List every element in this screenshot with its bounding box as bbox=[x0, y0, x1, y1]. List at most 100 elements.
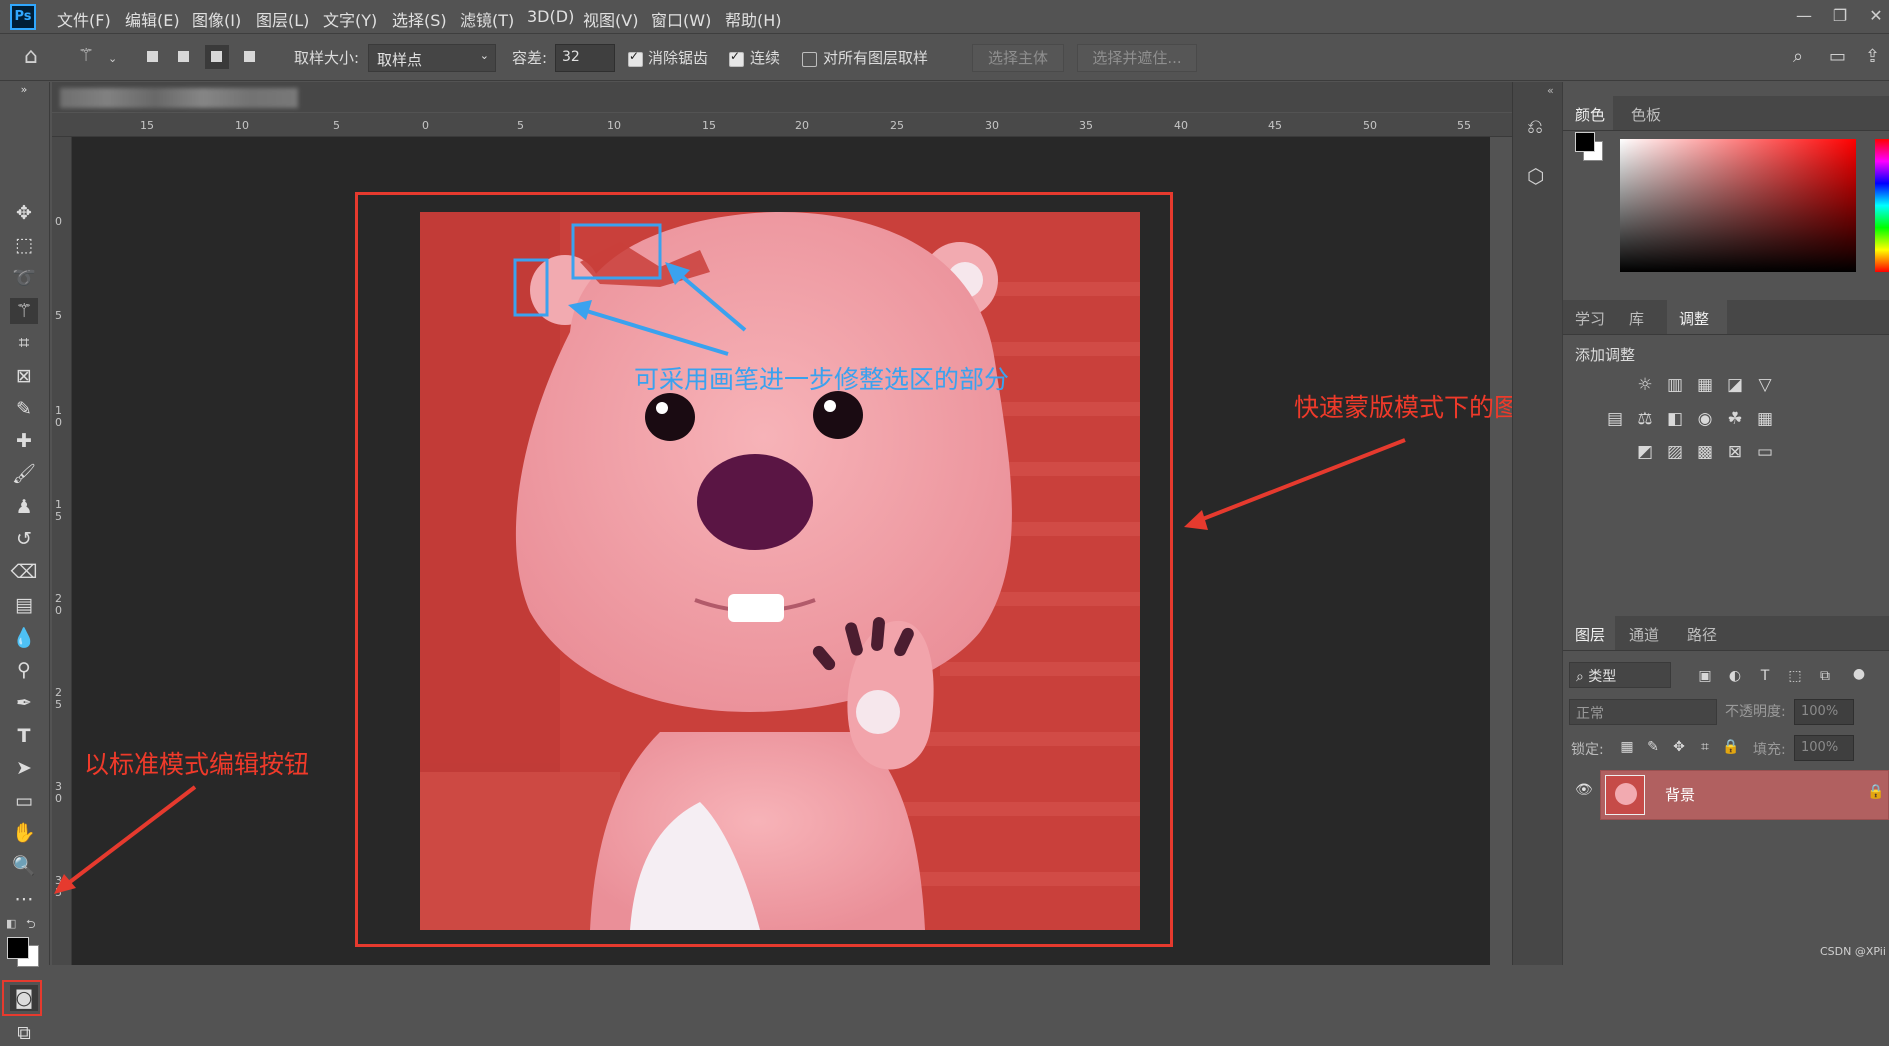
history-panel-icon[interactable]: ⎌ bbox=[1527, 114, 1543, 138]
swap-colors-icon[interactable]: ⮌ bbox=[26, 915, 36, 936]
menu-image[interactable]: 图像(I) bbox=[192, 7, 241, 31]
dodge-tool-icon[interactable]: ⚲ bbox=[10, 657, 38, 683]
close-button[interactable]: ✕ bbox=[1865, 5, 1887, 27]
collapse-icon[interactable]: » bbox=[10, 84, 38, 96]
threshold-icon[interactable]: ▩ bbox=[1695, 442, 1715, 462]
antialias-checkbox[interactable] bbox=[628, 49, 643, 67]
lock-image-icon[interactable]: ✎ bbox=[1643, 737, 1663, 757]
selective-color-icon[interactable]: ⊠ bbox=[1725, 442, 1745, 462]
lasso-tool-icon[interactable]: ➰ bbox=[10, 265, 38, 291]
menu-select[interactable]: 选择(S) bbox=[392, 7, 447, 31]
document-tab-title-blurred[interactable] bbox=[60, 88, 298, 108]
gradient-tool-icon[interactable]: ▤ bbox=[10, 592, 38, 618]
adjustment-filter-icon[interactable]: ◐ bbox=[1725, 666, 1745, 686]
minimize-button[interactable]: — bbox=[1793, 5, 1815, 27]
tab-channels[interactable]: 通道 bbox=[1629, 624, 1659, 645]
type-filter-icon[interactable]: T bbox=[1755, 666, 1775, 686]
gradient-map-icon[interactable]: ▭ bbox=[1755, 442, 1775, 462]
tolerance-input[interactable]: 32 bbox=[555, 44, 615, 72]
curves-icon[interactable]: ▦ bbox=[1695, 375, 1715, 395]
vibrance-icon[interactable]: ▽ bbox=[1755, 375, 1775, 395]
eraser-tool-icon[interactable]: ⌫ bbox=[10, 559, 38, 585]
tab-adjustments[interactable]: 调整 bbox=[1679, 308, 1709, 329]
menu-edit[interactable]: 编辑(E) bbox=[125, 7, 180, 31]
path-select-icon[interactable]: ➤ bbox=[10, 755, 38, 781]
new-selection-icon[interactable] bbox=[141, 45, 165, 69]
add-selection-icon[interactable] bbox=[172, 45, 196, 69]
layer-filter-select[interactable]: ⌕ 类型 bbox=[1569, 662, 1671, 688]
filter-toggle-icon[interactable]: ● bbox=[1849, 664, 1869, 684]
home-icon[interactable]: ⌂ bbox=[24, 46, 38, 68]
smart-object-filter-icon[interactable]: ⧉ bbox=[1815, 666, 1835, 686]
levels-icon[interactable]: ▥ bbox=[1665, 375, 1685, 395]
hue-saturation-icon[interactable]: ▤ bbox=[1605, 409, 1625, 429]
chevron-down-icon[interactable]: ⌄ bbox=[108, 50, 117, 68]
rectangle-tool-icon[interactable]: ▭ bbox=[10, 788, 38, 814]
tab-paths[interactable]: 路径 bbox=[1687, 624, 1717, 645]
tab-libraries[interactable]: 库 bbox=[1629, 308, 1644, 329]
intersect-selection-icon[interactable] bbox=[238, 45, 262, 69]
foreground-color-swatch[interactable] bbox=[1575, 132, 1595, 152]
select-and-mask-button[interactable]: 选择并遮住... bbox=[1077, 44, 1197, 72]
color-balance-icon[interactable]: ⚖ bbox=[1635, 409, 1655, 429]
menu-3d[interactable]: 3D(D) bbox=[527, 7, 574, 26]
share-icon[interactable]: ⇪ bbox=[1865, 48, 1880, 66]
pen-tool-icon[interactable]: ✒ bbox=[10, 690, 38, 716]
history-brush-icon[interactable]: ↺ bbox=[10, 526, 38, 552]
workspace-icon[interactable]: ▭ bbox=[1829, 48, 1846, 66]
default-colors-icon[interactable]: ◧ bbox=[6, 917, 16, 930]
restore-button[interactable]: ❐ bbox=[1829, 5, 1851, 27]
menu-layer[interactable]: 图层(L) bbox=[256, 7, 309, 31]
channel-mixer-icon[interactable]: ☘ bbox=[1725, 409, 1745, 429]
collapse-icon[interactable]: « bbox=[1547, 84, 1554, 97]
photo-filter-icon[interactable]: ◉ bbox=[1695, 409, 1715, 429]
invert-icon[interactable]: ◩ bbox=[1635, 442, 1655, 462]
black-white-icon[interactable]: ◧ bbox=[1665, 409, 1685, 429]
blur-tool-icon[interactable]: 💧 bbox=[10, 625, 38, 651]
pixel-layer-filter-icon[interactable]: ▣ bbox=[1695, 666, 1715, 686]
color-picker-field[interactable] bbox=[1620, 139, 1856, 272]
sample-size-select[interactable]: 取样点 ⌄ bbox=[368, 44, 496, 72]
brightness-icon[interactable]: ☼ bbox=[1635, 375, 1655, 395]
fill-input[interactable]: 100% bbox=[1794, 735, 1854, 761]
exposure-icon[interactable]: ◪ bbox=[1725, 375, 1745, 395]
tab-learn[interactable]: 学习 bbox=[1575, 308, 1605, 329]
lock-all-icon[interactable]: 🔒 bbox=[1721, 737, 1741, 757]
opacity-input[interactable]: 100% bbox=[1794, 699, 1854, 725]
layer-row-background[interactable]: 背景 🔒 bbox=[1600, 770, 1889, 820]
hue-slider[interactable] bbox=[1875, 139, 1889, 272]
brush-tool-icon[interactable]: 🖌 bbox=[10, 461, 38, 487]
search-icon[interactable]: ⌕ bbox=[1793, 48, 1803, 66]
frame-tool-icon[interactable]: ⊠ bbox=[10, 363, 38, 389]
layer-visibility-eye-icon[interactable]: 👁 bbox=[1575, 782, 1593, 798]
quick-mask-mode-icon[interactable]: ◙ bbox=[10, 985, 38, 1011]
more-tools-icon[interactable]: ⋯ bbox=[10, 886, 38, 912]
screen-mode-icon[interactable]: ⧉ bbox=[10, 1020, 38, 1046]
move-tool-icon[interactable]: ✥ bbox=[10, 200, 38, 226]
subtract-selection-icon[interactable] bbox=[205, 45, 229, 69]
type-tool-icon[interactable]: T bbox=[10, 723, 38, 749]
posterize-icon[interactable]: ▨ bbox=[1665, 442, 1685, 462]
sample-all-layers-checkbox[interactable] bbox=[802, 52, 817, 67]
menu-file[interactable]: 文件(F) bbox=[57, 7, 111, 31]
menu-view[interactable]: 视图(V) bbox=[583, 7, 638, 31]
tab-color[interactable]: 颜色 bbox=[1575, 104, 1605, 125]
hand-tool-icon[interactable]: ✋ bbox=[10, 820, 38, 846]
lock-artboard-icon[interactable]: ⌗ bbox=[1695, 737, 1715, 757]
magic-wand-tool-icon[interactable]: ⚚ bbox=[10, 298, 38, 324]
3d-panel-icon[interactable]: ⬡ bbox=[1527, 164, 1544, 188]
lock-position-icon[interactable]: ✥ bbox=[1669, 737, 1689, 757]
blend-mode-select[interactable]: 正常 bbox=[1569, 699, 1717, 725]
lock-icon[interactable]: 🔒 bbox=[1867, 784, 1884, 800]
zoom-tool-icon[interactable]: 🔍 bbox=[10, 853, 38, 879]
tab-layers[interactable]: 图层 bbox=[1575, 624, 1605, 645]
marquee-tool-icon[interactable]: ⬚ bbox=[10, 232, 38, 258]
eyedropper-tool-icon[interactable]: ✎ bbox=[10, 396, 38, 422]
shape-filter-icon[interactable]: ⬚ bbox=[1785, 666, 1805, 686]
magic-wand-icon[interactable]: ⚚ bbox=[78, 47, 94, 65]
select-subject-button[interactable]: 选择主体 bbox=[972, 44, 1064, 72]
lock-transparent-icon[interactable]: ▦ bbox=[1617, 737, 1637, 757]
healing-brush-icon[interactable]: ✚ bbox=[10, 428, 38, 454]
tab-swatches[interactable]: 色板 bbox=[1631, 104, 1661, 125]
stamp-tool-icon[interactable]: ♟ bbox=[10, 494, 38, 520]
